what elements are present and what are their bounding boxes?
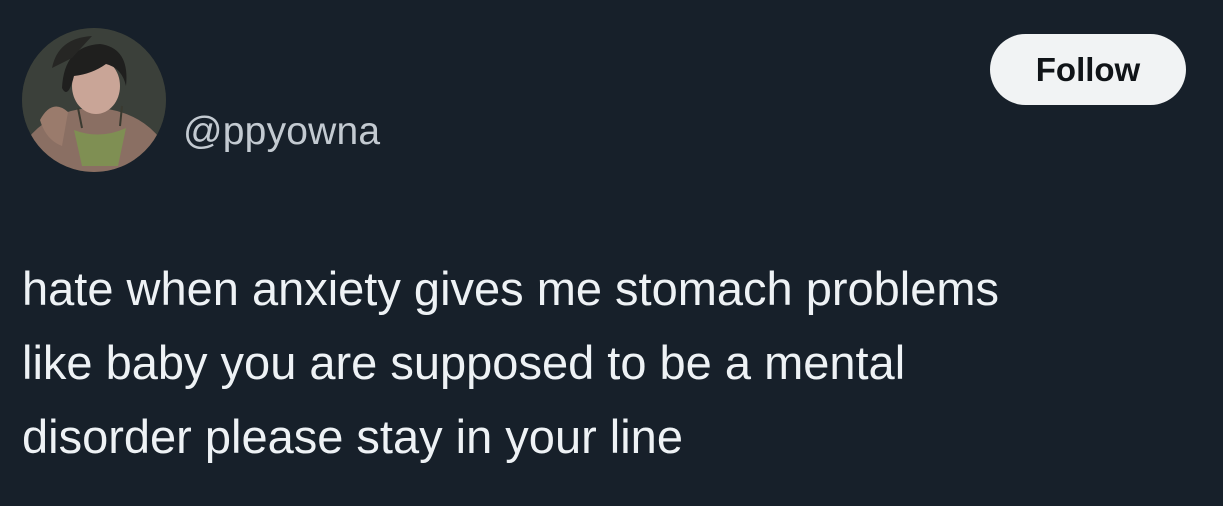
tweet-card: @ppyowna Follow hate when anxiety gives … bbox=[0, 0, 1223, 506]
tweet-text-line: like baby you are supposed to be a menta… bbox=[22, 336, 906, 389]
follow-button[interactable]: Follow bbox=[990, 34, 1186, 105]
avatar[interactable] bbox=[22, 28, 166, 172]
tweet-text-line: hate when anxiety gives me stomach probl… bbox=[22, 262, 1000, 315]
user-handle[interactable]: @ppyowna bbox=[183, 109, 380, 155]
tweet-text-line: disorder please stay in your line bbox=[22, 410, 683, 463]
avatar-image bbox=[22, 28, 166, 172]
tweet-text: hate when anxiety gives me stomach probl… bbox=[22, 252, 1202, 474]
